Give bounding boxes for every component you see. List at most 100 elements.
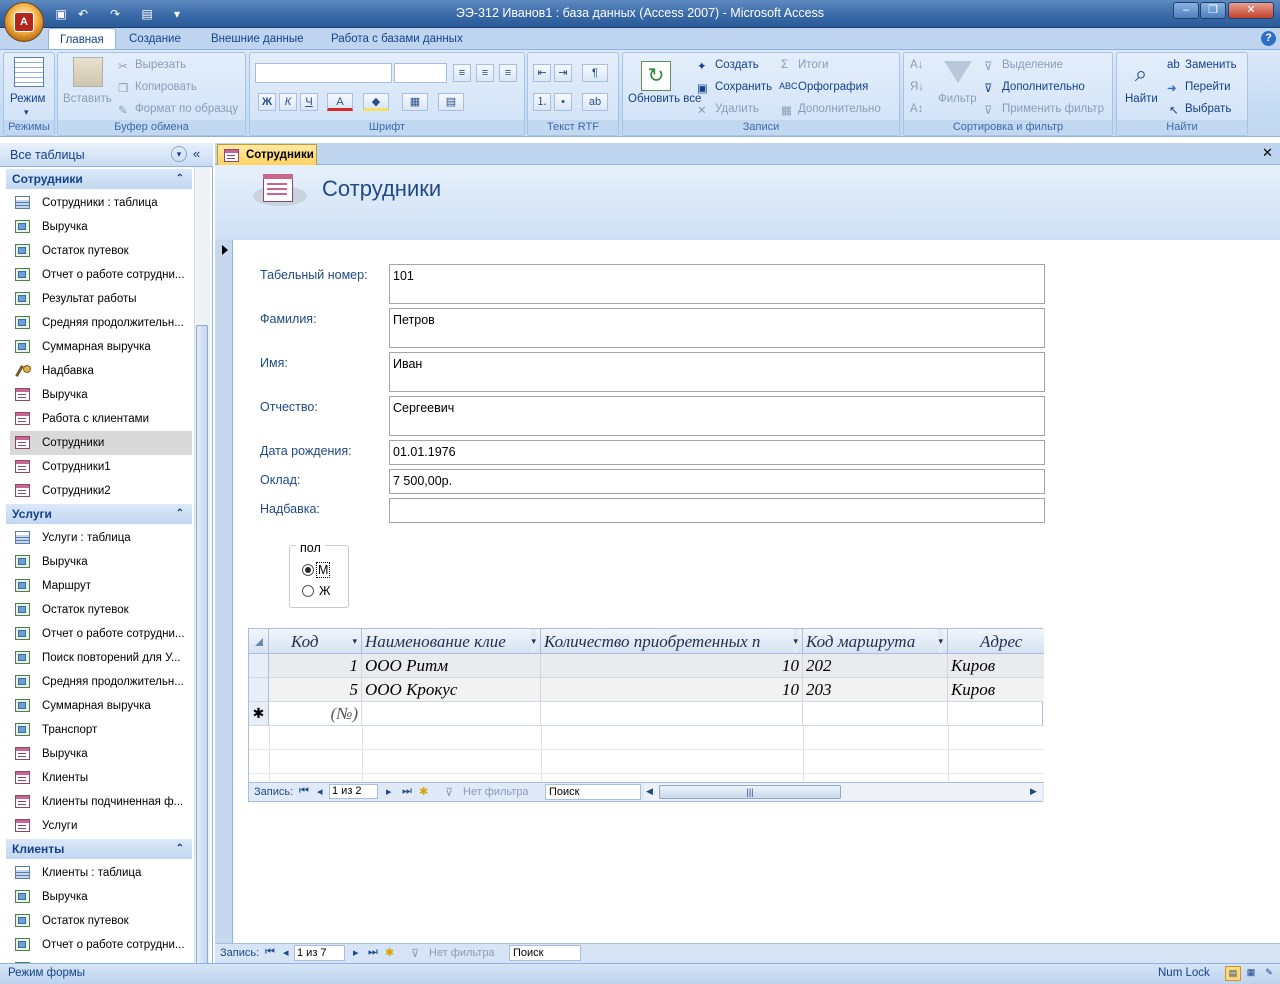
cell-quantity[interactable]: 10 <box>541 654 803 678</box>
cell-quantity[interactable]: 10 <box>541 678 803 702</box>
shutter-bar-close-icon[interactable]: « <box>193 146 200 161</box>
numbering-icon[interactable]: ⒈ <box>533 93 551 111</box>
gender-option-f-label[interactable]: Ж <box>319 584 331 598</box>
nav-item[interactable]: Клиенты <box>10 766 192 790</box>
nav-item[interactable]: Суммарная выручка <box>10 335 192 359</box>
cell-address[interactable]: Киров <box>948 678 1044 702</box>
cell-new-quantity[interactable] <box>541 702 803 726</box>
copy-button[interactable]: Копировать <box>135 81 197 93</box>
nav-item[interactable]: Средняя продолжительн... <box>10 670 192 694</box>
nav-item[interactable]: Услуги : таблица <box>10 526 192 550</box>
select-all-corner[interactable] <box>249 629 269 654</box>
first-record-icon[interactable]: ⏮ <box>265 946 275 959</box>
nav-item[interactable]: Клиенты : таблица <box>10 861 192 885</box>
customize-qat-icon[interactable]: ▾ <box>168 5 186 23</box>
last-record-icon[interactable]: ⏭ <box>368 946 378 959</box>
next-record-icon[interactable]: ▸ <box>386 785 392 798</box>
more-records-button[interactable]: Дополнительно <box>798 103 881 115</box>
font-name-combo[interactable] <box>255 63 392 83</box>
nav-menu-dropdown-icon[interactable]: ▾ <box>171 146 187 162</box>
close-window-button[interactable]: ✕ <box>1228 2 1274 19</box>
nav-item[interactable]: Сотрудники1 <box>10 455 192 479</box>
advanced-filter-button[interactable]: Дополнительно <box>1002 81 1085 93</box>
collapse-group-icon[interactable]: ⌃ <box>176 839 184 859</box>
redo-icon[interactable]: ↷ <box>106 5 124 23</box>
nav-item[interactable]: Отчет о работе сотрудни... <box>10 933 192 957</box>
field-salary[interactable]: 7 500,00р. <box>389 469 1045 494</box>
undo-icon[interactable]: ↶ <box>74 5 92 23</box>
tab-create[interactable]: Создание <box>118 28 192 50</box>
indent-decrease-icon[interactable]: ⇤ <box>533 64 551 82</box>
help-icon[interactable]: ? <box>1261 31 1276 46</box>
highlight-icon[interactable]: ab <box>582 93 608 111</box>
nav-item[interactable]: Остаток путевок <box>10 598 192 622</box>
cell-route-code[interactable]: 203 <box>803 678 948 702</box>
prev-record-icon[interactable]: ◂ <box>283 946 289 959</box>
field-birth-date[interactable]: 01.01.1976 <box>389 440 1045 465</box>
save-record-button[interactable]: Сохранить <box>715 81 772 93</box>
fill-color-icon[interactable]: ◆ <box>363 93 389 111</box>
field-patronymic[interactable]: Сергеевич <box>389 396 1045 436</box>
layout-view-icon[interactable]: ▦ <box>1243 966 1259 981</box>
select-button[interactable]: Выбрать <box>1185 103 1231 115</box>
totals-button[interactable]: Итоги <box>798 59 828 71</box>
indent-increase-icon[interactable]: ⇥ <box>554 64 572 82</box>
nav-group-header[interactable]: Услуги ⌃ <box>6 504 192 524</box>
italic-icon[interactable]: К <box>279 93 297 111</box>
spelling-button[interactable]: Орфография <box>798 81 868 93</box>
next-record-icon[interactable]: ▸ <box>353 946 359 959</box>
nav-group-header[interactable]: Сотрудники ⌃ <box>6 169 192 189</box>
scroll-left-icon[interactable]: ◀ <box>646 786 653 797</box>
field-first-name[interactable]: Иван <box>389 352 1045 392</box>
cell-address[interactable]: Киров <box>948 654 1044 678</box>
filter-button[interactable]: Фильтр <box>938 93 977 105</box>
alternate-fill-icon[interactable]: ▤ <box>438 93 464 111</box>
nav-item[interactable]: Клиенты подчиненная ф... <box>10 790 192 814</box>
goto-button[interactable]: Перейти <box>1185 81 1231 93</box>
tab-home[interactable]: Главная <box>48 28 116 50</box>
column-header-quantity[interactable]: Количество приобретенных п ▾ <box>541 629 803 654</box>
sort-dropdown-icon[interactable]: ▾ <box>531 629 536 653</box>
nav-item[interactable]: Выручка <box>10 550 192 574</box>
column-header-kod[interactable]: Код ▾ <box>269 629 362 654</box>
toggle-filter-button[interactable]: Применить фильтр <box>1002 103 1104 115</box>
column-header-client-name[interactable]: Наименование клие ▾ <box>362 629 541 654</box>
minimize-button[interactable]: ‒ <box>1173 2 1199 19</box>
cell-kod[interactable]: 1 <box>269 654 362 678</box>
new-record-nav-icon[interactable]: ✱ <box>419 785 428 798</box>
main-search-box[interactable]: Поиск <box>509 945 581 961</box>
nav-item[interactable]: Результат работы <box>10 287 192 311</box>
main-record-position[interactable]: 1 из 7 <box>294 945 345 961</box>
nav-item[interactable]: Отчет о работе сотрудни... <box>10 263 192 287</box>
sort-ascending-icon[interactable]: A↓ <box>910 59 923 71</box>
nav-item[interactable]: Выручка <box>10 885 192 909</box>
collapse-group-icon[interactable]: ⌃ <box>176 504 184 524</box>
refresh-all-button[interactable]: Обновить все <box>628 93 701 106</box>
nav-item[interactable]: Остаток путевок <box>10 239 192 263</box>
new-record-nav-icon[interactable]: ✱ <box>385 946 394 959</box>
first-record-icon[interactable]: ⏮ <box>299 785 309 798</box>
underline-icon[interactable]: Ч <box>300 93 318 111</box>
subform-hscroll-thumb[interactable]: ||| <box>659 785 841 799</box>
cell-client-name[interactable]: ООО Ритм <box>362 654 541 678</box>
font-color-icon[interactable]: A <box>327 93 353 111</box>
sort-dropdown-icon[interactable]: ▾ <box>352 629 357 653</box>
design-view-icon[interactable]: ✎ <box>1261 966 1277 981</box>
nav-item[interactable]: Сотрудники : таблица <box>10 191 192 215</box>
sort-dropdown-icon[interactable]: ▾ <box>938 629 943 653</box>
document-tab-sotrudniki[interactable]: Сотрудники <box>217 144 317 165</box>
cell-client-name[interactable]: ООО Крокус <box>362 678 541 702</box>
nav-item[interactable]: Маршрут <box>10 574 192 598</box>
field-surname[interactable]: Петров <box>389 308 1045 348</box>
subform-search-box[interactable]: Поиск <box>545 784 641 800</box>
paragraph-direction-icon[interactable]: ¶ <box>582 64 608 82</box>
nav-item[interactable]: Выручка <box>10 742 192 766</box>
nav-item[interactable]: Суммарная выручка <box>10 694 192 718</box>
find-button[interactable]: Найти <box>1125 93 1158 105</box>
nav-item[interactable]: Работа с клиентами <box>10 407 192 431</box>
nav-item[interactable]: Отчет о работе сотрудни... <box>10 622 192 646</box>
cell-kod[interactable]: 5 <box>269 678 362 702</box>
close-document-icon[interactable]: ✕ <box>1262 145 1273 161</box>
cell-new-address[interactable] <box>948 702 1044 726</box>
subform-filter-status[interactable]: Нет фильтра <box>463 786 529 798</box>
